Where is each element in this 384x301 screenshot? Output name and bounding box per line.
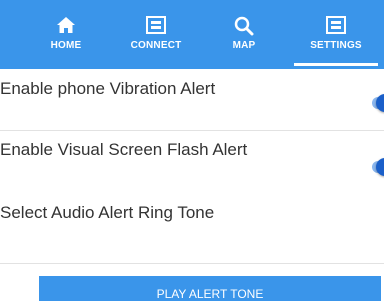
tab-home-label: HOME [50, 40, 82, 51]
tab-map[interactable]: MAP [196, 0, 292, 69]
tab-connect-label: CONNECT [130, 40, 182, 51]
tab-settings[interactable]: SETTINGS [288, 0, 384, 69]
vibration-toggle[interactable] [376, 94, 384, 112]
ringtone-select-label[interactable]: Select Audio Alert Ring Tone [0, 203, 214, 223]
settings-icon [288, 16, 384, 38]
tab-connect[interactable]: CONNECT [108, 0, 204, 69]
connect-icon [108, 16, 204, 38]
divider [0, 263, 384, 264]
search-icon [196, 16, 292, 38]
active-tab-indicator [294, 63, 378, 66]
vibration-alert-label: Enable phone Vibration Alert [0, 79, 216, 98]
flash-toggle[interactable] [376, 158, 384, 176]
tab-home[interactable]: HOME [18, 0, 114, 69]
flash-alert-label: Enable Visual Screen Flash Alert [0, 140, 248, 159]
play-alert-tone-button[interactable]: PLAY ALERT TONE [39, 276, 381, 301]
top-navigation-bar: HOME CONNECT MAP SETTINGS [0, 0, 384, 69]
tab-map-label: MAP [232, 40, 256, 51]
divider [0, 130, 384, 131]
home-icon [18, 16, 114, 38]
tab-settings-label: SETTINGS [310, 40, 362, 51]
